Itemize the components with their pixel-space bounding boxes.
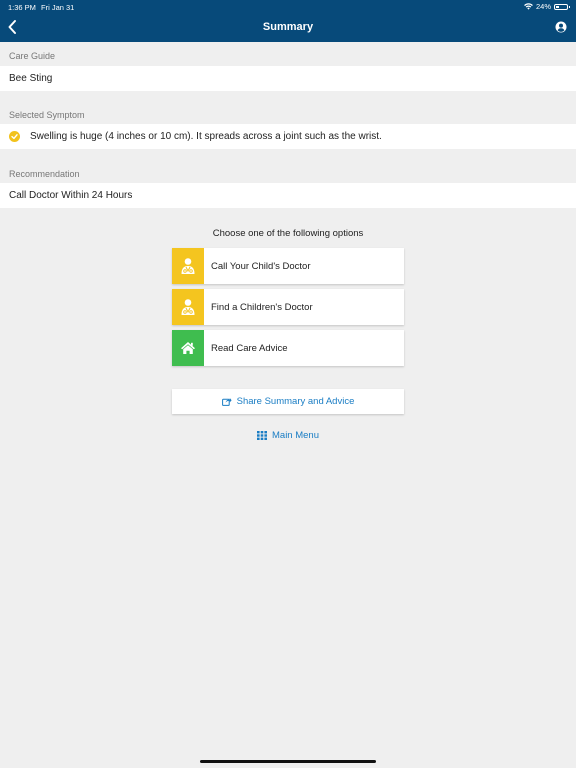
status-right: 24% (524, 2, 570, 11)
recommendation-label: Recommendation (9, 169, 80, 179)
share-summary-button[interactable]: Share Summary and Advice (172, 389, 404, 414)
doctor-icon (172, 248, 204, 284)
selected-symptom-row: Swelling is huge (4 inches or 10 cm). It… (0, 124, 576, 149)
care-guide-value: Bee Sting (0, 66, 576, 91)
find-childrens-doctor-button[interactable]: Find a Children's Doctor (172, 289, 404, 325)
call-childs-doctor-button[interactable]: Call Your Child's Doctor (172, 248, 404, 284)
wifi-icon (524, 3, 533, 10)
user-circle-icon[interactable] (555, 21, 567, 33)
home-icon (172, 330, 204, 366)
options-title: Choose one of the following options (212, 228, 364, 239)
call-childs-doctor-label: Call Your Child's Doctor (211, 260, 311, 272)
battery-percent: 24% (535, 2, 551, 11)
share-summary-label: Share Summary and Advice (236, 396, 355, 407)
battery-icon (554, 3, 570, 10)
care-guide-label: Care Guide (9, 51, 56, 61)
read-care-advice-button[interactable]: Read Care Advice (172, 330, 404, 366)
status-date: Fri Jan 31 (41, 3, 75, 12)
main-menu-label: Main Menu (272, 430, 319, 441)
selected-symptom-label: Selected Symptom (9, 110, 85, 120)
recommendation-value: Call Doctor Within 24 Hours (0, 183, 576, 208)
status-time: 1:36 PM (8, 3, 36, 12)
selected-symptom-value: Swelling is huge (4 inches or 10 cm). It… (30, 131, 382, 142)
read-care-advice-label: Read Care Advice (211, 342, 288, 354)
find-childrens-doctor-label: Find a Children's Doctor (211, 301, 313, 313)
checkmark-icon (9, 131, 20, 142)
share-icon (221, 398, 232, 406)
home-indicator[interactable] (200, 760, 376, 763)
grid-icon (257, 431, 267, 440)
page-title: Summary (262, 21, 314, 33)
main-menu-link[interactable]: Main Menu (0, 430, 576, 441)
top-bar: 1:36 PM Fri Jan 31 24% Summary (0, 0, 576, 42)
doctor-icon (172, 289, 204, 325)
